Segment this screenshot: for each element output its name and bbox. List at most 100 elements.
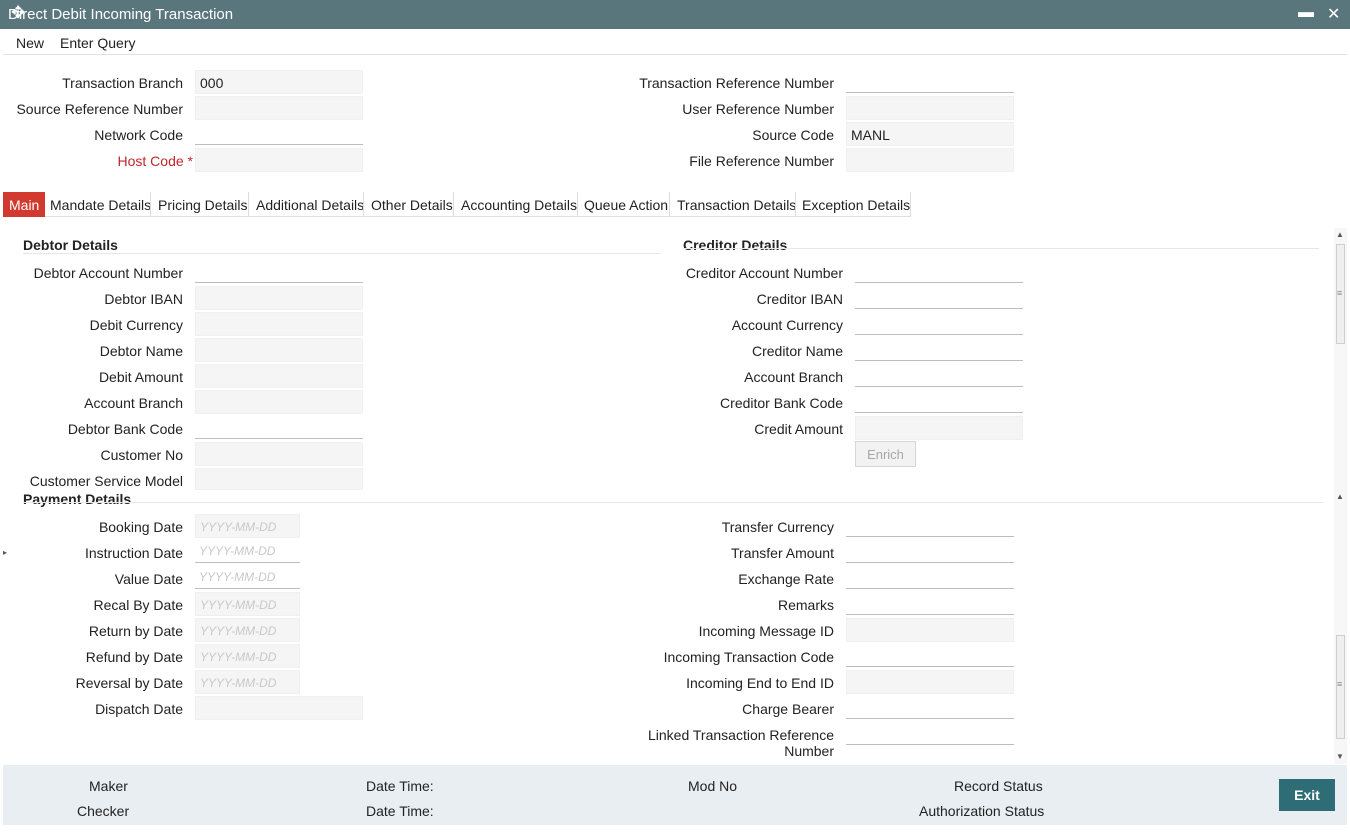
authorization-status-label: Authorization Status <box>919 803 1045 819</box>
toolbar: New Enter Query <box>3 29 1347 55</box>
source-code-label: Source Code <box>752 127 834 143</box>
enter-query-button[interactable]: Enter Query <box>60 35 135 51</box>
account-currency-field[interactable] <box>855 311 1023 335</box>
customer-no-field[interactable] <box>195 442 363 466</box>
required-mark: * <box>187 153 193 169</box>
payment-field-label: Number <box>784 743 834 759</box>
tab-separator <box>150 192 151 217</box>
lower-scrollbar[interactable]: ▲ ≡ ▼ <box>1334 490 1347 764</box>
audit-footer: Maker Checker Date Time: Date Time: Mod … <box>3 765 1347 825</box>
new-button[interactable]: New <box>16 35 44 51</box>
transaction-reference-number-field[interactable] <box>846 69 1014 93</box>
value-date-field[interactable]: YYYY-MM-DD <box>195 565 300 589</box>
debtor-field-label: Debtor IBAN <box>104 291 183 307</box>
booking-date-field[interactable]: YYYY-MM-DD <box>195 514 300 538</box>
mod-no-label: Mod No <box>688 778 738 794</box>
instruction-date-field[interactable]: YYYY-MM-DD <box>195 539 300 563</box>
return-by-date-field[interactable]: YYYY-MM-DD <box>195 618 300 642</box>
incoming-message-id-field[interactable] <box>846 618 1014 642</box>
window-title: Direct Debit Incoming Transaction <box>8 6 234 23</box>
debit-currency-field[interactable] <box>195 312 363 336</box>
dispatch-date-field[interactable] <box>195 696 363 720</box>
creditor-account-number-field[interactable] <box>855 259 1023 283</box>
minimize-icon[interactable]: ▬ <box>1298 4 1314 22</box>
tab-pricing-details[interactable]: Pricing Details <box>158 192 247 217</box>
enrich-button[interactable]: Enrich <box>855 441 916 467</box>
payment-field-label: Reversal by Date <box>75 675 183 691</box>
scroll-up-icon[interactable]: ▲ <box>1336 230 1344 239</box>
payment-field-label: Incoming Message ID <box>698 623 834 639</box>
host-code-field[interactable] <box>195 148 363 172</box>
source-code-field[interactable]: MANL <box>846 122 1014 146</box>
transaction-branch-field[interactable]: 000 <box>195 70 363 94</box>
debtor-details-title: Debtor Details <box>23 237 118 253</box>
section-divider <box>23 502 1323 503</box>
payment-field-label: Exchange Rate <box>738 571 834 587</box>
tab-separator <box>248 192 249 217</box>
tab-exception-details[interactable]: Exception Details <box>802 192 910 217</box>
tab-main[interactable]: Main <box>3 192 46 217</box>
creditor-field-label: Account Branch <box>744 369 843 385</box>
file-reference-number-label: File Reference Number <box>689 153 834 169</box>
creditor-iban-field[interactable] <box>855 285 1023 309</box>
grip-icon: ≡ <box>1337 679 1343 689</box>
creditor-field-label: Creditor Account Number <box>685 265 843 281</box>
tab-other-details[interactable]: Other Details <box>371 192 453 217</box>
upper-scrollbar[interactable]: ▲ ≡ <box>1334 228 1347 500</box>
tab-separator <box>453 192 454 217</box>
close-icon[interactable]: ✕ <box>1327 4 1340 24</box>
user-reference-number-field[interactable] <box>846 96 1014 120</box>
transfer-amount-field[interactable] <box>846 539 1014 563</box>
transfer-currency-field[interactable] <box>846 513 1014 537</box>
debtor-iban-field[interactable] <box>195 286 363 310</box>
customer-service-model-field[interactable] <box>195 468 363 490</box>
tab-queue-action[interactable]: Queue Action <box>584 192 668 217</box>
tab-separator <box>669 192 670 217</box>
tab-mandate-details[interactable]: Mandate Details <box>50 192 151 217</box>
payment-field-label: Dispatch Date <box>95 701 183 717</box>
exchange-rate-field[interactable] <box>846 565 1014 589</box>
debit-amount-field[interactable] <box>195 364 363 388</box>
debtor-field-label: Account Branch <box>84 395 183 411</box>
section-divider <box>683 248 1319 249</box>
file-reference-number-field[interactable] <box>846 148 1014 172</box>
debtor-name-field[interactable] <box>195 338 363 362</box>
debtor-field-label: Debtor Account Number <box>33 265 183 281</box>
credit-amount-field[interactable] <box>855 416 1023 440</box>
exit-button[interactable]: Exit <box>1279 779 1335 811</box>
recal-by-date-field[interactable]: YYYY-MM-DD <box>195 592 300 616</box>
debtor-field-label: Debtor Bank Code <box>67 421 183 437</box>
debtor-field-label: Customer No <box>100 447 183 463</box>
tab-accounting-details[interactable]: Accounting Details <box>461 192 577 217</box>
debtor-bank-code-field[interactable] <box>195 415 363 439</box>
debtor-account-branch-field[interactable] <box>195 390 363 414</box>
creditor-field-label: Credit Amount <box>754 421 843 437</box>
tab-additional-details[interactable]: Additional Details <box>256 192 364 217</box>
linked-transaction-reference-number-field[interactable] <box>846 721 1014 745</box>
scroll-up-icon[interactable]: ▲ <box>1336 492 1344 501</box>
source-reference-number-field[interactable] <box>195 96 363 120</box>
payment-field-label: Transfer Currency <box>721 519 834 535</box>
charge-bearer-field[interactable] <box>846 695 1014 719</box>
checker-label: Checker <box>77 803 130 819</box>
payment-field-label: Refund by Date <box>85 649 183 665</box>
scroll-down-icon[interactable]: ▼ <box>1336 752 1344 761</box>
incoming-end-to-end-id-field[interactable] <box>846 670 1014 694</box>
refund-by-date-field[interactable]: YYYY-MM-DD <box>195 644 300 668</box>
collapse-arrow-icon[interactable]: ▸ <box>3 548 7 557</box>
incoming-transaction-code-field[interactable] <box>846 643 1014 667</box>
move-cursor-icon: ✥ <box>11 3 26 22</box>
tab-transaction-details[interactable]: Transaction Details <box>677 192 796 217</box>
payment-field-label: Transfer Amount <box>731 545 834 561</box>
network-code-field[interactable] <box>195 121 363 145</box>
remarks-field[interactable] <box>846 591 1014 615</box>
creditor-name-field[interactable] <box>855 337 1023 361</box>
tab-separator <box>910 192 911 217</box>
host-code-label: Host Code * <box>117 153 194 169</box>
creditor-bank-code-field[interactable] <box>855 389 1023 413</box>
creditor-field-label: Creditor Bank Code <box>720 395 843 411</box>
creditor-account-branch-field[interactable] <box>855 363 1023 387</box>
debtor-account-number-field[interactable] <box>195 259 363 283</box>
payment-field-label: Booking Date <box>98 519 183 535</box>
reversal-by-date-field[interactable]: YYYY-MM-DD <box>195 670 300 694</box>
